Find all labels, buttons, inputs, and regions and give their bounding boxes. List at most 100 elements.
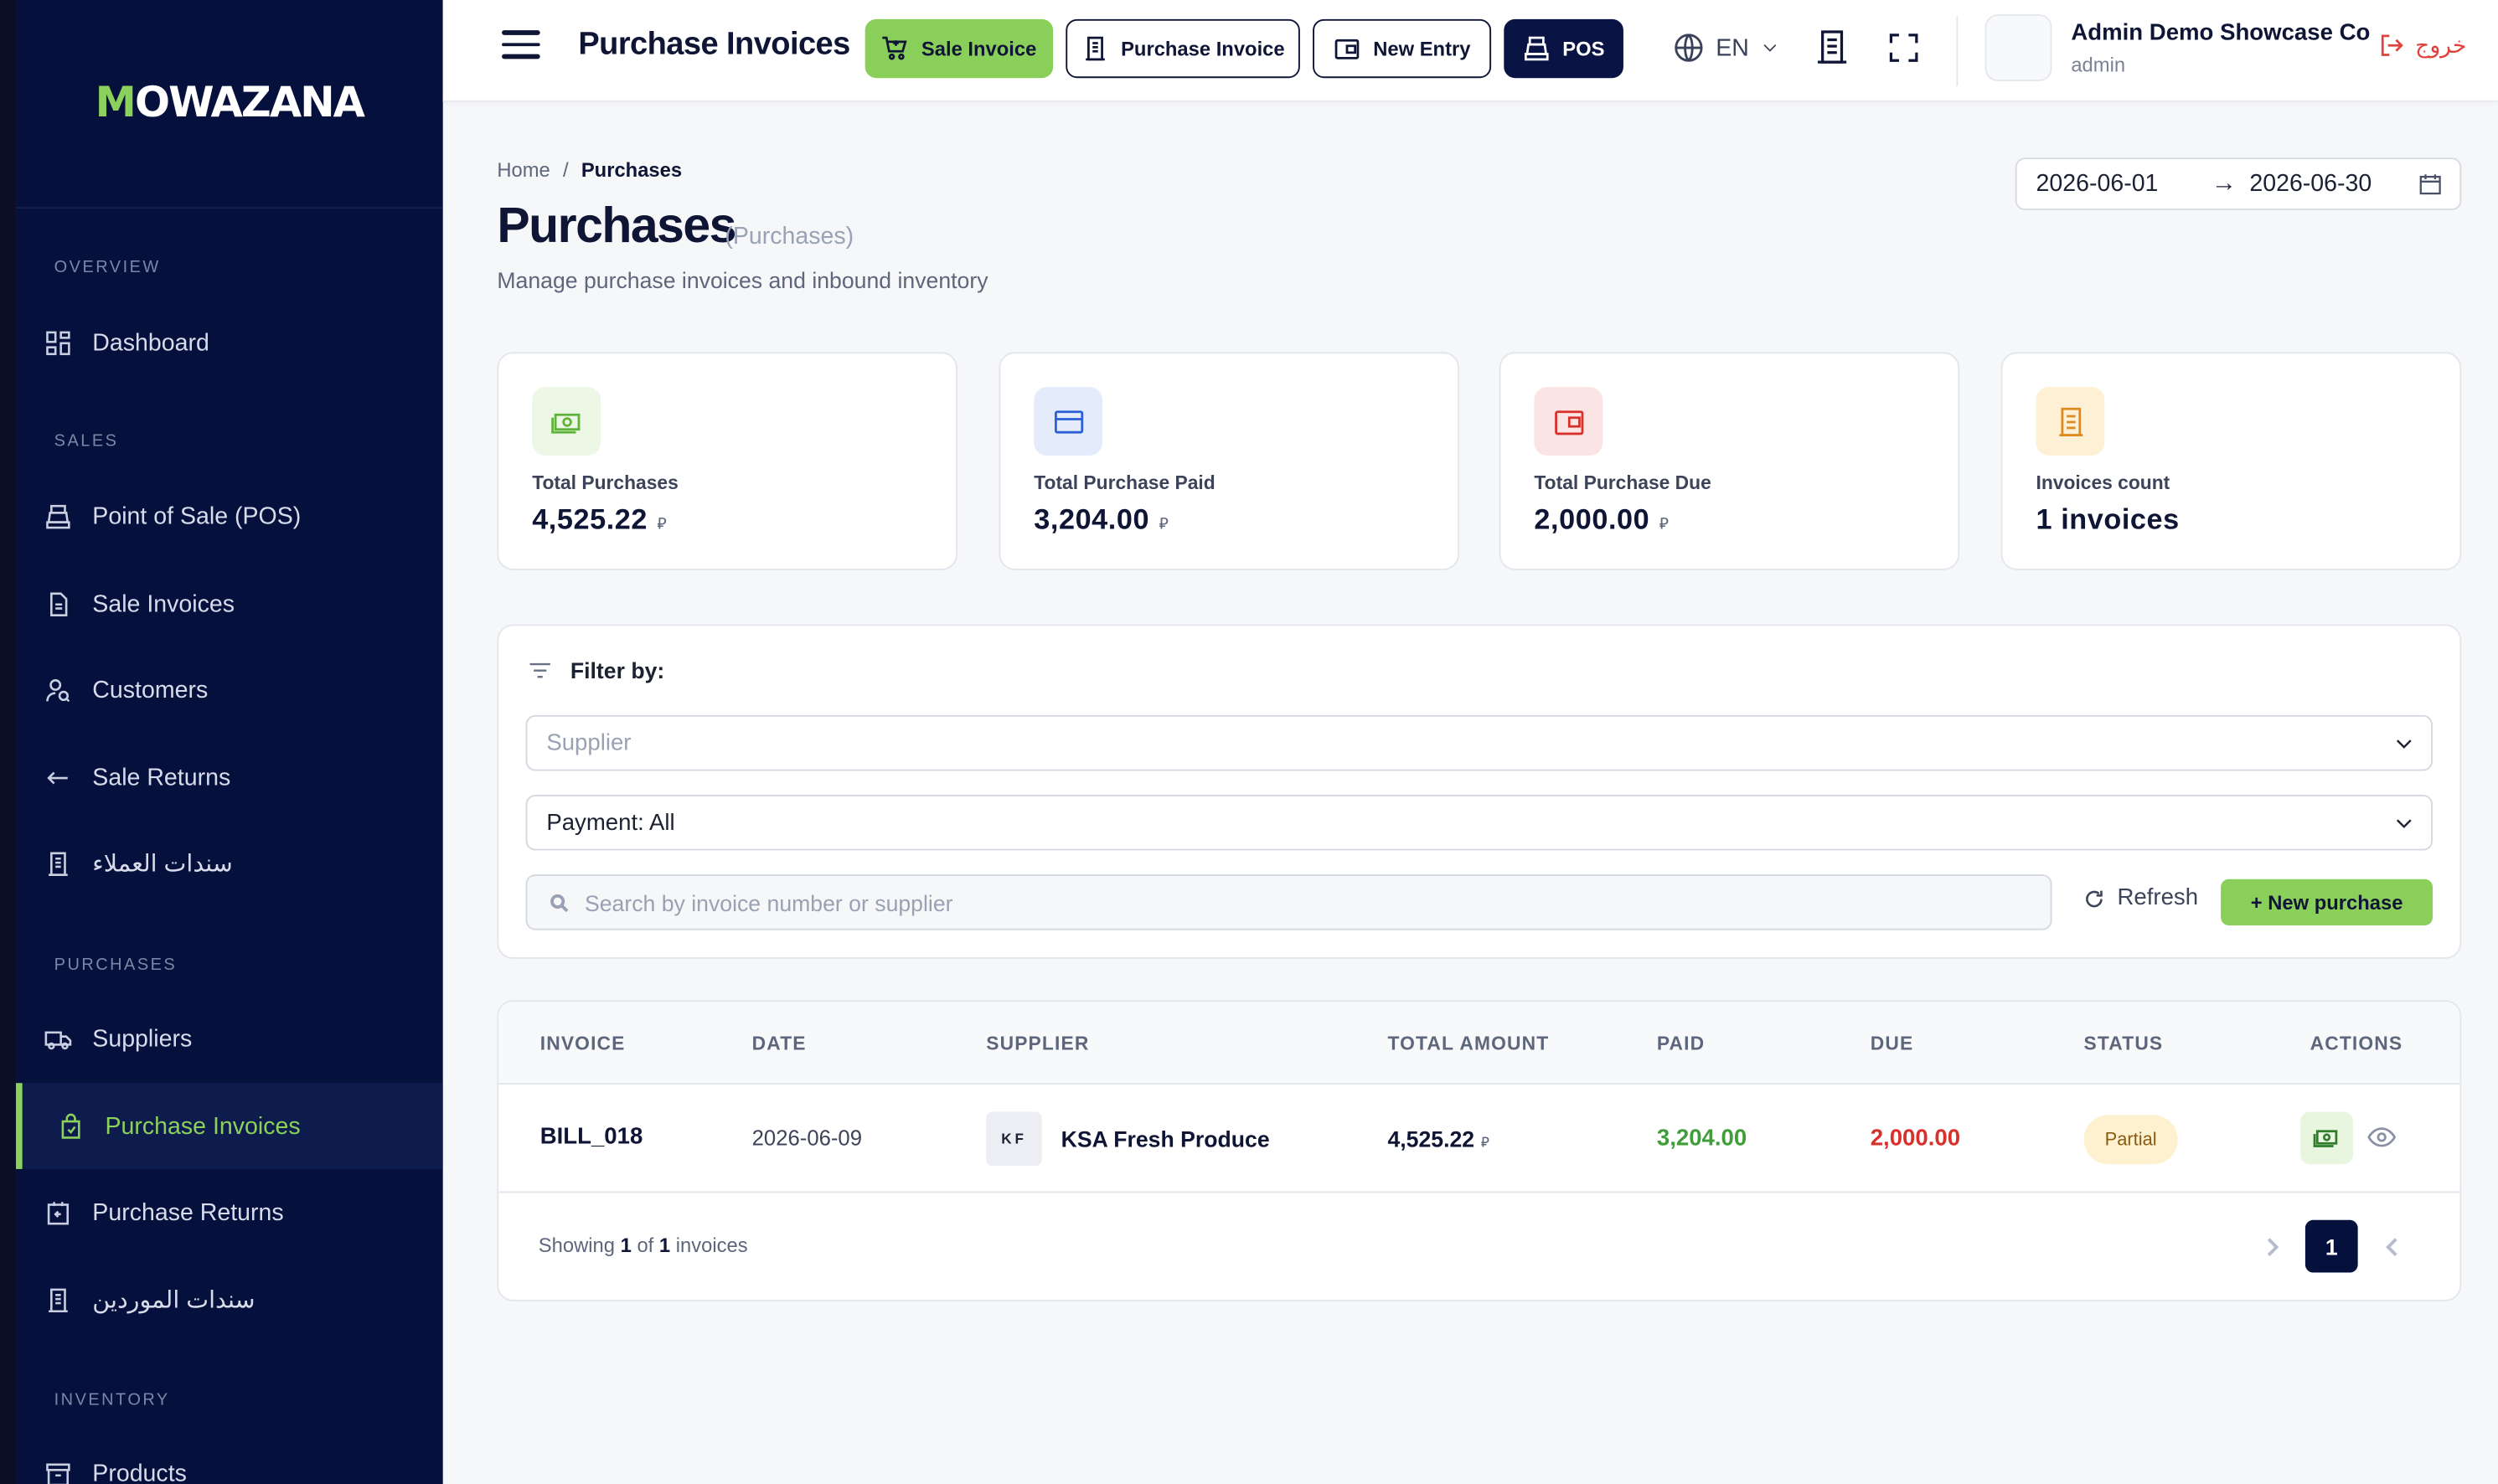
sidebar-item-label: سندات العملاء [92,850,233,878]
due-amount: 2,000.00 [1870,1126,1961,1152]
view-action-button[interactable] [2367,1123,2399,1155]
pos-button[interactable]: POS [1504,18,1623,79]
pay-action-button[interactable] [2300,1111,2353,1165]
wallet-icon [1534,387,1603,456]
sidebar-item-purchase-invoices[interactable]: Purchase Invoices [16,1083,443,1169]
date-to[interactable]: 2026-06-30 [2249,170,2372,197]
date-range-picker[interactable]: 2026-06-01 → 2026-06-30 [2015,157,2462,211]
globe-icon [1675,33,1703,62]
brand-logo[interactable]: MOWAZANA [16,0,443,209]
supplier-select[interactable]: Supplier [525,714,2433,771]
purchase-invoice-button[interactable]: Purchase Invoice [1066,18,1300,79]
invoice-number[interactable]: BILL_018 [540,1125,643,1150]
menu-toggle-icon[interactable] [502,30,540,59]
refresh-icon [2086,889,2103,907]
col-actions: ACTIONS [2310,1032,2403,1054]
pagination-prev[interactable] [2366,1220,2418,1273]
supplier-avatar: KF [986,1111,1042,1167]
stat-amount: 3,204.00 [1034,502,1150,536]
button-label: Purchase Invoice [1121,37,1285,60]
fullscreen-icon[interactable] [1885,28,1923,67]
breadcrumb-current: Purchases [581,159,683,182]
col-invoice[interactable]: INVOICE [540,1032,626,1054]
user-name: Admin Demo Showcase Co [2071,20,2371,47]
new-entry-button[interactable]: New Entry [1313,18,1492,79]
truck-icon [41,1023,73,1054]
user-search-icon [41,673,73,705]
logout-label: خروج [2415,32,2467,58]
page-subtitle: (Purchases) [725,223,854,250]
col-date[interactable]: DATE [752,1032,807,1054]
payment-value: Payment: All [546,810,675,836]
total-value: 4,525.22 [1387,1126,1475,1152]
chevron-right-icon [2266,1237,2279,1256]
sidebar-item-customer-vouchers[interactable]: سندات العملاء [16,820,443,906]
footer-shown: 1 [620,1234,632,1257]
logo-wordmark: MOWAZANA [95,80,365,128]
col-status[interactable]: STATUS [2084,1032,2164,1054]
sidebar-item-supplier-vouchers[interactable]: سندات الموردين [16,1257,443,1343]
col-total[interactable]: TOTAL AMOUNT [1387,1032,1549,1054]
col-supplier[interactable]: SUPPLIER [986,1032,1089,1054]
filter-heading-label: Filter by: [570,657,665,683]
table-footer-summary: Showing 1 of 1 invoices [539,1234,748,1257]
stat-label: Total Purchase Due [1534,471,1711,494]
search-input[interactable]: Search by invoice number or supplier [525,874,2052,930]
currency-icon: ⃁ [1159,516,1169,534]
sidebar-item-dashboard[interactable]: Dashboard [16,300,443,386]
pagination-page-current[interactable]: 1 [2304,1219,2358,1273]
stat-value: 1 invoices [2036,502,2180,536]
sidebar-item-label: Products [92,1459,187,1484]
payment-select[interactable]: Payment: All [525,794,2433,851]
footer-text: Showing [538,1234,621,1257]
col-paid[interactable]: PAID [1657,1032,1705,1054]
sidebar-item-suppliers[interactable]: Suppliers [16,996,443,1082]
filter-icon [529,662,550,678]
sidebar-item-products[interactable]: Products [16,1430,443,1484]
sidebar-item-label: Purchase Invoices [105,1112,301,1140]
filter-heading: Filter by: [527,657,664,683]
sidebar-item-customers[interactable]: Customers [16,647,443,733]
register-icon [1524,36,1549,61]
breadcrumb-home[interactable]: Home [497,159,550,182]
stat-label: Total Purchase Paid [1034,471,1215,494]
stat-value: 3,204.00 ⃁ [1034,503,1169,537]
date-from[interactable]: 2026-06-01 [2036,170,2159,197]
invoice-icon [1085,36,1105,61]
breadcrumb-separator: / [562,159,569,182]
sidebar-item-purchase-returns[interactable]: Purchase Returns [16,1169,443,1255]
avatar[interactable] [1984,14,2052,81]
status-badge: Partial [2083,1115,2178,1165]
logout-button[interactable]: خروج [2378,32,2466,59]
eye-icon [2367,1127,2397,1147]
sale-invoice-button[interactable]: Sale Invoice [864,18,1054,79]
dashboard-icon [41,327,73,358]
sidebar-item-sale-returns[interactable]: Sale Returns [16,734,443,821]
sidebar-item-pos[interactable]: Point of Sale (POS) [16,473,443,559]
col-due[interactable]: DUE [1871,1032,1914,1054]
chevron-down-icon [2396,819,2412,828]
footer-total: 1 [658,1234,671,1257]
supplier-placeholder: Supplier [546,729,632,756]
section-sales: SALES [54,431,119,451]
receipt-shortcut-icon[interactable] [1813,28,1851,67]
refresh-button[interactable]: Refresh [2083,885,2198,911]
language-selector[interactable]: EN [1673,32,1779,64]
stat-label: Total Purchases [532,471,679,494]
button-label: Sale Invoice [921,37,1037,60]
total-amount: 4,525.22 ⃁ [1387,1126,1489,1152]
new-purchase-button[interactable]: + New purchase [2221,879,2433,925]
stat-card-invoices-count: Invoices count 1 invoices [2000,352,2462,570]
receipt-icon [41,848,73,879]
sidebar-item-label: Customers [92,676,209,703]
document-icon [41,588,73,620]
pagination-next[interactable] [2245,1220,2298,1273]
chevron-down-icon [1763,44,1777,52]
footer-text: invoices [670,1234,748,1257]
section-purchases: PURCHASES [54,956,178,975]
table-row[interactable]: BILL_018 2026-06-09 KF KSA Fresh Produce… [498,1085,2460,1193]
sidebar-item-sale-invoices[interactable]: Sale Invoices [16,560,443,647]
calendar-icon [2419,174,2441,195]
paid-amount: 3,204.00 [1656,1126,1747,1152]
stat-amount: 4,525.22 [532,502,648,536]
